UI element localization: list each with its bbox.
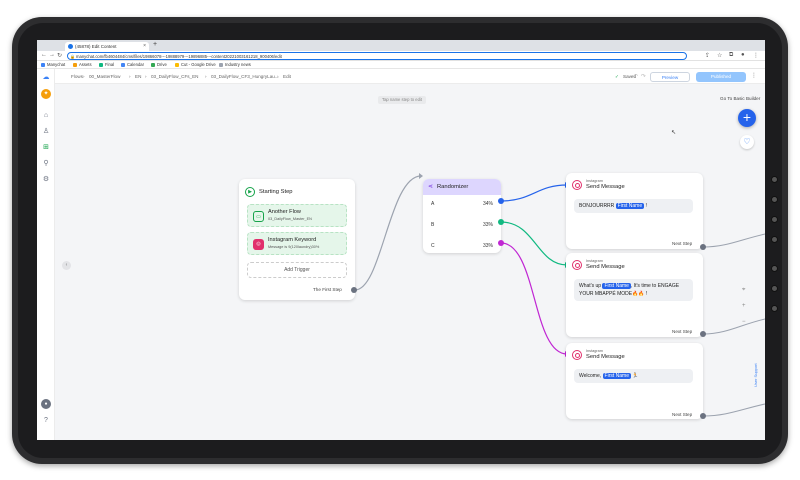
reload-icon[interactable]: ↻ [57,52,62,59]
camera-icon [771,265,778,272]
wire-next-2 [702,318,765,335]
star-icon[interactable]: ☆ [717,52,722,59]
output-port-c[interactable] [498,240,504,246]
bookmark-item[interactable]: Calendar [121,62,144,67]
message-title: Send Message [586,184,625,190]
send-message-card[interactable]: Instagram Send Message Welcome, First Na… [566,343,703,419]
next-step-label: Next Step [672,412,693,417]
variant-percent: 33% [482,243,493,249]
forward-icon[interactable]: → [49,52,55,58]
wire-b [500,221,568,266]
tab-bar: (45878) Edit Content × + [37,40,765,56]
channel-label: Instagram [586,259,603,263]
back-icon[interactable]: ← [41,52,47,58]
randomizer-header: ⋖ Randomizer [423,179,501,195]
output-port-a[interactable] [498,198,504,204]
variant-percent: 33% [482,222,493,228]
wire-next-3 [702,403,765,417]
first-name-tag: First Name [615,203,645,209]
bookmark-item[interactable]: Final [99,62,114,67]
new-tab-icon[interactable]: + [153,41,157,48]
add-trigger-button[interactable]: Add Trigger [247,262,347,278]
message-title: Send Message [586,354,625,360]
starting-step-title: Starting Step [259,189,293,195]
profile-icon[interactable]: ● [741,52,745,58]
bookmark-item[interactable]: Manychat [41,62,65,67]
arrow-icon [419,173,423,179]
output-port[interactable] [700,244,706,250]
message-bubble[interactable]: What's up First Name, It's time to ENGAG… [574,279,693,301]
bookmark-item[interactable]: Drive [151,62,167,67]
url-input[interactable]: 🔒 manychat.com/fb4604484/cms/files/19866… [67,52,687,60]
first-name-tag: First Name [602,373,631,379]
instagram-icon: ◎ [253,239,264,250]
output-port[interactable] [700,413,706,419]
camera-icon [771,196,778,203]
output-port[interactable] [700,331,706,337]
share-icon[interactable]: ⇪ [705,52,710,59]
starting-step-card[interactable]: ▶ Starting Step ▭ Another Flow 03_DailyF… [239,179,355,300]
camera-icon [771,176,778,183]
trigger-title: Another Flow [268,209,301,215]
variant-letter: C [431,243,435,249]
bookmark-item[interactable]: Cut - Google Drive [175,62,216,67]
instagram-icon [572,260,582,270]
message-bubble[interactable]: Welcome, First Name 🏃 [574,369,693,383]
next-step-label: Next Step [672,241,693,246]
bookmark-item[interactable]: Industry news [219,62,251,67]
extensions-icon[interactable]: ⧉ [729,52,733,59]
instagram-icon [572,180,582,190]
trigger-subtitle: Message is 9(120laundry)30% [268,245,320,249]
message-bubble[interactable]: BONJOURRRR First Name ! [574,199,693,213]
bookmarks-bar: Manychat Assets Final Calendar Drive Cut… [37,61,765,69]
variant-letter: B [431,222,435,228]
close-tab-icon[interactable]: × [143,43,146,49]
variant-percent: 34% [482,201,493,207]
wire-c [500,242,568,355]
wire-start-to-randomizer [354,175,422,291]
message-title: Send Message [586,264,625,270]
shuffle-icon: ⋖ [428,184,434,190]
randomizer-row-c[interactable]: C 33% [423,237,501,257]
camera-icon [771,236,778,243]
trigger-title: Instagram Keyword [268,237,317,243]
play-icon: ▶ [245,187,255,197]
url-text: manychat.com/fb4604484/cms/files/1986607… [76,54,282,59]
instagram-icon [572,350,582,360]
bookmark-item[interactable]: Assets [73,62,92,67]
browser-screen: (45878) Edit Content × + ← → ↻ 🔒 manycha… [37,40,765,440]
browser-menu-icon[interactable]: ⋮ [753,52,759,59]
randomizer-row-b[interactable]: B 33% [423,216,501,236]
browser-tab[interactable]: (45878) Edit Content × [65,42,149,51]
address-bar: ← → ↻ 🔒 manychat.com/fb4604484/cms/files… [37,51,765,61]
randomizer-card[interactable]: ⋖ Randomizer A 34% B 33% C 33% [423,179,501,253]
first-name-tag: First Name [602,283,631,289]
wire-next-1 [702,233,765,248]
camera-icon [771,285,778,292]
tab-title: (45878) Edit Content [75,44,117,49]
flow-icon: ▭ [253,211,264,222]
output-port[interactable] [351,287,357,293]
send-message-card[interactable]: Instagram Send Message What's up First N… [566,253,703,337]
trigger-instagram-keyword[interactable]: ◎ Instagram Keyword Message is 9(120laun… [247,232,347,255]
wire-a [500,184,568,202]
variant-letter: A [431,201,435,207]
output-port-b[interactable] [498,219,504,225]
channel-label: Instagram [586,349,603,353]
camera-icon [771,216,778,223]
favicon-icon [68,44,73,49]
randomizer-row-a[interactable]: A 34% [423,195,501,215]
channel-label: Instagram [586,179,603,183]
send-message-card[interactable]: Instagram Send Message BONJOURRRR First … [566,173,703,249]
next-step-label: Next Step [672,329,693,334]
first-step-label: The First Step [313,287,342,292]
camera-icon [771,305,778,312]
lock-icon: 🔒 [70,54,75,59]
trigger-subtitle: 03_DailyFlow_Master_EN [268,217,312,221]
flow-builder-app: ☁ ✦ ⌂ ♙ ⊞ ⚲ ⚙ ● ? Flows › 00_MasterFlow … [37,69,765,440]
randomizer-title: Randomizer [437,184,469,190]
trigger-another-flow[interactable]: ▭ Another Flow 03_DailyFlow_Master_EN [247,204,347,227]
